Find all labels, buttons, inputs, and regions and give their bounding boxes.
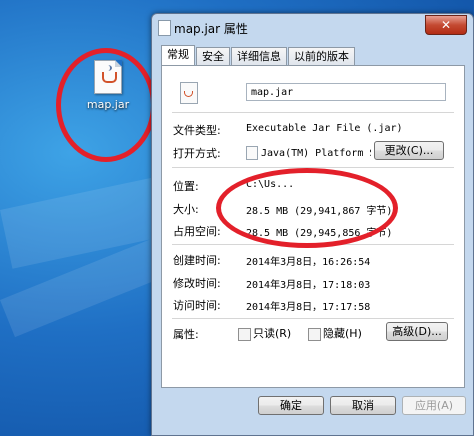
tab-details[interactable]: 详细信息: [231, 47, 287, 65]
file-type-value: Executable Jar File (.jar): [246, 123, 403, 134]
open-with-app: Java(TM) Platform S: [246, 146, 371, 160]
attributes-label: 属性:: [173, 328, 199, 341]
window-title: map.jar 属性: [174, 22, 248, 36]
filename-field[interactable]: map.jar: [246, 83, 446, 101]
location-label: 位置:: [173, 180, 199, 193]
tab-previous-versions[interactable]: 以前的版本: [288, 47, 355, 65]
file-type-label: 文件类型:: [173, 124, 221, 137]
tab-general[interactable]: 常规: [161, 45, 195, 65]
hidden-checkbox[interactable]: 隐藏(H): [308, 327, 362, 341]
divider: [172, 318, 454, 319]
checkbox-box[interactable]: [308, 327, 321, 341]
file-icon: [158, 20, 171, 36]
readonly-label: 只读(R): [253, 327, 292, 340]
title-bar[interactable]: map.jar 属性 ✕: [152, 14, 473, 41]
hidden-label: 隐藏(H): [323, 327, 362, 340]
divider: [172, 112, 454, 113]
accessed-value: 2014年3月8日，17:17:58: [246, 302, 371, 313]
accessed-label: 访问时间:: [173, 299, 221, 312]
red-annotation-circle: [56, 48, 156, 162]
readonly-checkbox[interactable]: 只读(R): [238, 327, 291, 341]
created-label: 创建时间:: [173, 254, 221, 267]
tab-security[interactable]: 安全: [196, 47, 230, 65]
red-annotation-circle: [216, 168, 398, 248]
modified-label: 修改时间:: [173, 277, 221, 290]
apply-button[interactable]: 应用(A): [402, 396, 466, 415]
cancel-button[interactable]: 取消: [330, 396, 396, 415]
created-value: 2014年3月8日，16:26:54: [246, 257, 371, 268]
size-on-disk-label: 占用空间:: [173, 225, 221, 238]
open-with-label: 打开方式:: [173, 147, 221, 160]
change-button[interactable]: 更改(C)...: [374, 141, 444, 160]
advanced-button[interactable]: 高级(D)...: [386, 322, 448, 341]
tab-strip: 常规 安全 详细信息 以前的版本: [161, 45, 356, 66]
ok-button[interactable]: 确定: [258, 396, 324, 415]
checkbox-box[interactable]: [238, 327, 251, 341]
modified-value: 2014年3月8日，17:18:03: [246, 280, 371, 291]
size-label: 大小:: [173, 203, 199, 216]
java-icon: [246, 146, 258, 160]
jar-file-icon: [180, 82, 198, 104]
close-button[interactable]: ✕: [425, 15, 467, 35]
